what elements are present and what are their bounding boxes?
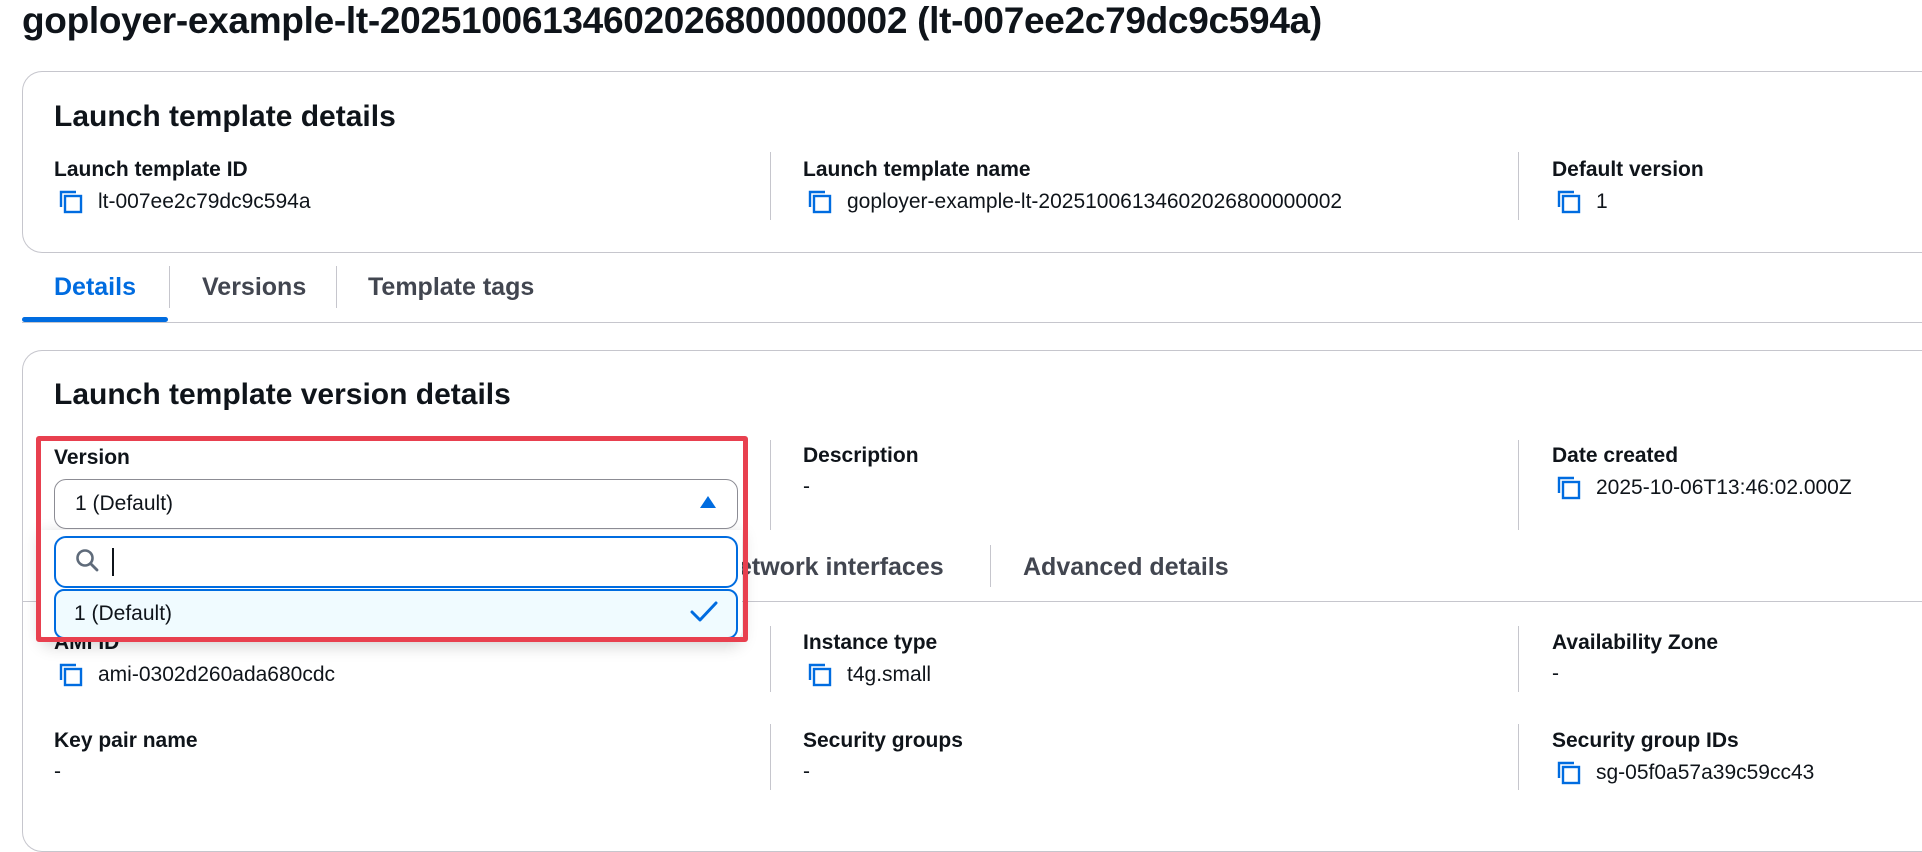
tab-network-interfaces[interactable]: etwork interfaces <box>738 553 944 582</box>
column-divider <box>770 626 771 692</box>
date-created-text: 2025-10-06T13:46:02.000Z <box>1596 476 1852 499</box>
tab-advanced-details[interactable]: Advanced details <box>1023 553 1229 582</box>
security-groups-value: - <box>803 760 810 783</box>
ami-id-text: ami-0302d260ada680cdc <box>98 663 336 686</box>
security-group-ids-label: Security group IDs <box>1552 729 1739 752</box>
description-label: Description <box>803 444 919 467</box>
launch-template-details-header: Launch template details <box>54 100 396 133</box>
column-divider <box>770 152 771 220</box>
highlight-annotation <box>36 436 748 642</box>
tab-separator <box>336 266 337 308</box>
security-group-ids-text: sg-05f0a57a39c59cc43 <box>1596 761 1815 784</box>
copy-icon[interactable] <box>1556 760 1582 786</box>
security-group-ids-value: sg-05f0a57a39c59cc43 <box>1556 760 1814 786</box>
tab-versions[interactable]: Versions <box>202 273 306 302</box>
copy-icon[interactable] <box>807 662 833 688</box>
tab-separator <box>990 545 991 587</box>
instance-type-value: t4g.small <box>807 662 931 688</box>
launch-template-id-label: Launch template ID <box>54 158 248 181</box>
column-divider <box>770 724 771 790</box>
column-divider <box>1518 152 1519 220</box>
date-created-label: Date created <box>1552 444 1679 467</box>
version-details-header: Launch template version details <box>54 378 511 411</box>
security-groups-label: Security groups <box>803 729 963 752</box>
availability-zone-label: Availability Zone <box>1552 631 1719 654</box>
tabs-baseline <box>22 322 1922 323</box>
default-version-text: 1 <box>1596 190 1608 213</box>
instance-type-label: Instance type <box>803 631 938 654</box>
column-divider <box>770 440 771 530</box>
copy-icon[interactable] <box>807 189 833 215</box>
availability-zone-value: - <box>1552 662 1559 685</box>
default-version-label: Default version <box>1552 158 1704 181</box>
launch-template-id-value: lt-007ee2c79dc9c594a <box>58 189 311 215</box>
date-created-value: 2025-10-06T13:46:02.000Z <box>1556 475 1852 501</box>
key-pair-name-value: - <box>54 760 61 783</box>
launch-template-name-value: goployer-example-lt-20251006134602026800… <box>807 189 1342 215</box>
column-divider <box>1518 724 1519 790</box>
column-divider <box>1518 440 1519 530</box>
ami-id-value: ami-0302d260ada680cdc <box>58 662 335 688</box>
copy-icon[interactable] <box>1556 189 1582 215</box>
copy-icon[interactable] <box>58 662 84 688</box>
launch-template-id-text: lt-007ee2c79dc9c594a <box>98 190 311 213</box>
default-version-value: 1 <box>1556 189 1608 215</box>
key-pair-name-label: Key pair name <box>54 729 198 752</box>
instance-type-text: t4g.small <box>847 663 932 686</box>
copy-icon[interactable] <box>1556 475 1582 501</box>
column-divider <box>1518 626 1519 692</box>
tab-details[interactable]: Details <box>54 273 136 302</box>
description-value: - <box>803 475 810 498</box>
tab-separator <box>169 266 170 308</box>
launch-template-name-label: Launch template name <box>803 158 1031 181</box>
copy-icon[interactable] <box>58 189 84 215</box>
page-title: goployer-example-lt-20251006134602026800… <box>22 0 1322 41</box>
launch-template-name-text: goployer-example-lt-20251006134602026800… <box>847 190 1343 213</box>
tab-template-tags[interactable]: Template tags <box>368 273 534 302</box>
